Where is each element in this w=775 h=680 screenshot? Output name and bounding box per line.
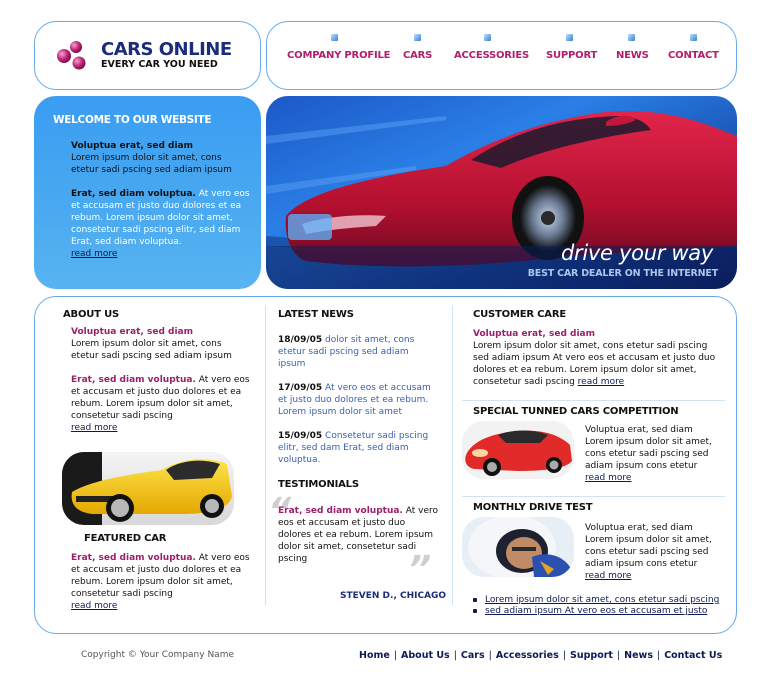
news-date: 15/09/05 (278, 431, 323, 441)
quick-link[interactable]: sed adiam ipsum At vero eos et accusam e… (473, 606, 719, 616)
welcome-p1-text: Lorem ipsum dolor sit amet, cons etetur … (71, 153, 232, 175)
bullet-icon (473, 608, 477, 613)
nav-label: CONTACT (668, 50, 719, 61)
testimonials-heading: TESTIMONIALS (278, 479, 359, 490)
logo-panel: CARS ONLINE EVERY CAR YOU NEED (34, 21, 261, 90)
featured-car-section: Erat, sed diam voluptua. At vero eos et … (71, 552, 251, 612)
drive-test-read-more-link[interactable]: read more (585, 570, 631, 582)
cube-icon (331, 34, 338, 41)
cube-icon (566, 34, 573, 41)
news-item[interactable]: 15/09/05 Consetetur sadi pscing elitr, s… (278, 430, 438, 466)
drive-test-section: Voluptua erat, sed diam Lorem ipsum dolo… (585, 522, 715, 582)
racing-driver-image[interactable] (462, 517, 574, 577)
cube-icon (484, 34, 491, 41)
footer-link-support[interactable]: Support (570, 650, 613, 661)
cube-icon (414, 34, 421, 41)
welcome-panel: WELCOME TO OUR WEBSITE Voluptua erat, se… (34, 96, 261, 289)
testimonial-author: STEVEN D., CHICAGO (340, 591, 447, 601)
about-section: Voluptua erat, sed diam Lorem ipsum dolo… (71, 326, 251, 434)
care-title: Voluptua erat, sed diam (473, 329, 595, 339)
nav-cars[interactable]: CARS (403, 22, 433, 89)
column-divider (265, 305, 266, 605)
welcome-p1-title: Voluptua erat, sed diam (71, 141, 193, 151)
welcome-title: WELCOME TO OUR WEBSITE (53, 114, 212, 126)
featured-car-heading: FEATURED CAR (84, 533, 167, 544)
about-p1-title: Voluptua erat, sed diam (71, 327, 193, 337)
competition-heading: SPECIAL TUNNED CARS COMPETITION (473, 406, 679, 417)
red-porsche-image[interactable] (462, 421, 574, 479)
logo-icon (57, 41, 86, 70)
site-title[interactable]: CARS ONLINE (101, 39, 232, 60)
news-heading: LATEST NEWS (278, 309, 354, 320)
footer-link-accessories[interactable]: Accessories (496, 650, 559, 661)
featured-title: Erat, sed diam voluptua. (71, 553, 196, 563)
news-list: 18/09/05 dolor sit amet, cons etetur sad… (278, 334, 438, 466)
quick-links: Lorem ipsum dolor sit amet, cons etetur … (473, 595, 719, 616)
nav-label: CARS (403, 50, 433, 61)
yellow-car-image[interactable] (62, 452, 234, 525)
quick-link[interactable]: Lorem ipsum dolor sit amet, cons etetur … (473, 595, 719, 605)
divider (462, 400, 725, 401)
nav-contact[interactable]: CONTACT (668, 22, 719, 89)
hero-subtagline: BEST CAR DEALER ON THE INTERNET (527, 268, 718, 279)
competition-section: Voluptua erat, sed diam Lorem ipsum dolo… (585, 424, 715, 484)
nav-label: SUPPORT (546, 50, 598, 61)
news-item[interactable]: 18/09/05 dolor sit amet, cons etetur sad… (278, 334, 438, 370)
nav-accessories[interactable]: ACCESSORIES (454, 22, 529, 89)
footer-link-news[interactable]: News (624, 650, 653, 661)
footer-link-about[interactable]: About Us (401, 650, 450, 661)
nav-support[interactable]: SUPPORT (546, 22, 598, 89)
about-read-more-link[interactable]: read more (71, 422, 117, 434)
news-date: 17/09/05 (278, 383, 323, 393)
main-nav: COMPANY PROFILE CARS ACCESSORIES SUPPORT… (266, 21, 737, 90)
news-item[interactable]: 17/09/05 At vero eos et accusam et justo… (278, 382, 438, 418)
welcome-read-more-link[interactable]: read more (71, 248, 117, 260)
bullet-icon (473, 597, 477, 602)
customer-care-section: Voluptua erat, sed diam Lorem ipsum dolo… (473, 328, 718, 388)
column-divider (452, 305, 453, 605)
divider (462, 496, 725, 497)
nav-label: ACCESSORIES (454, 50, 529, 61)
customer-care-heading: CUSTOMER CARE (473, 309, 566, 320)
testimonial-title: Erat, sed diam voluptua. (278, 506, 403, 516)
nav-label: NEWS (616, 50, 649, 61)
nav-label: COMPANY PROFILE (287, 50, 391, 61)
competition-text: Voluptua erat, sed diam Lorem ipsum dolo… (585, 425, 712, 471)
about-p2-title: Erat, sed diam voluptua. (71, 375, 196, 385)
close-quote-icon: ” (408, 549, 432, 590)
hero-tagline: drive your way (561, 241, 713, 265)
footer-link-home[interactable]: Home (359, 650, 390, 661)
nav-news[interactable]: NEWS (616, 22, 650, 89)
site-slogan: EVERY CAR YOU NEED (101, 59, 218, 70)
copyright: Copyright © Your Company Name (81, 650, 234, 660)
about-p1-text: Lorem ipsum dolor sit amet, cons etetur … (71, 339, 232, 361)
featured-read-more-link[interactable]: read more (71, 600, 117, 612)
quick-link-label: sed adiam ipsum At vero eos et accusam e… (485, 606, 708, 616)
footer-nav: Home | About Us | Cars | Accessories | Support | N… (359, 650, 723, 661)
hero-banner: drive your way BEST CAR DEALER ON THE IN… (266, 96, 737, 289)
welcome-text: Voluptua erat, sed diam Lorem ipsum dolo… (71, 140, 251, 260)
care-read-more-link[interactable]: read more (578, 376, 624, 388)
news-date: 18/09/05 (278, 335, 323, 345)
cube-icon (690, 34, 697, 41)
welcome-p2-title: Erat, sed diam voluptua. (71, 189, 196, 199)
quick-link-label: Lorem ipsum dolor sit amet, cons etetur … (485, 595, 720, 605)
competition-read-more-link[interactable]: read more (585, 472, 631, 484)
nav-company-profile[interactable]: COMPANY PROFILE (287, 22, 391, 89)
cube-icon (628, 34, 635, 41)
drive-test-heading: MONTHLY DRIVE TEST (473, 502, 593, 513)
drive-test-text: Voluptua erat, sed diam Lorem ipsum dolo… (585, 523, 712, 569)
about-heading: ABOUT US (63, 309, 120, 320)
footer-link-cars[interactable]: Cars (461, 650, 485, 661)
footer-link-contact[interactable]: Contact Us (664, 650, 722, 661)
